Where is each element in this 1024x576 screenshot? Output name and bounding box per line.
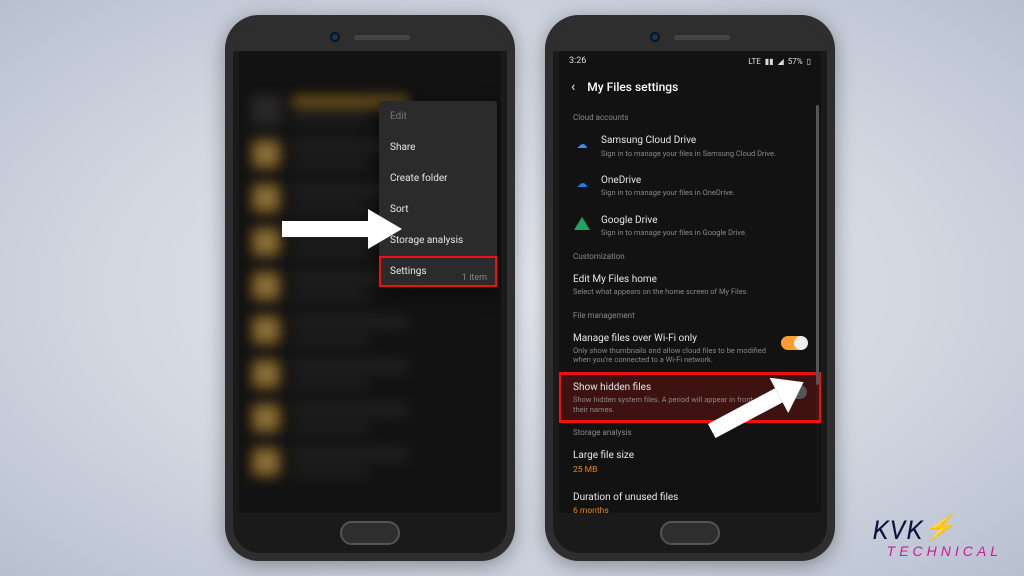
battery-icon: ▯ bbox=[807, 57, 811, 66]
row-subtitle: Only show thumbnails and allow cloud fil… bbox=[573, 346, 771, 365]
row-large-file-size[interactable]: Large file size 25 MB bbox=[559, 441, 821, 483]
row-title: Google Drive bbox=[601, 214, 807, 228]
status-bar: 3:26 LTE ▮▮ ◢ 57% ▯ bbox=[559, 51, 821, 71]
battery-label: 57% bbox=[788, 57, 803, 66]
bolt-icon: ⚡ bbox=[923, 515, 956, 541]
lte-icon: LTE bbox=[748, 57, 761, 66]
row-title: Samsung Cloud Drive bbox=[601, 134, 807, 148]
menu-item-edit[interactable]: Edit bbox=[379, 101, 497, 132]
row-subtitle: Sign in to manage your files in OneDrive… bbox=[601, 188, 807, 197]
row-title: Duration of unused files bbox=[573, 491, 807, 505]
signal-icon: ▮▮ bbox=[765, 57, 774, 66]
row-title: Manage files over Wi-Fi only bbox=[573, 332, 771, 346]
row-subtitle: Select what appears on the home screen o… bbox=[573, 287, 807, 296]
phone-body: 3:26 LTE ▮▮ ◢ 57% ▯ ‹ My Files settings … bbox=[553, 23, 827, 553]
section-file-management: File management bbox=[559, 305, 821, 324]
status-time: 3:26 bbox=[569, 56, 586, 66]
row-subtitle: Sign in to manage your files in Samsung … bbox=[601, 149, 807, 158]
screen-left: Edit Share Create folder Sort Storage an… bbox=[239, 51, 501, 513]
watermark-line2: TECHNICAL bbox=[887, 544, 1002, 558]
home-button[interactable] bbox=[340, 521, 400, 545]
settings-header: ‹ My Files settings bbox=[559, 71, 821, 107]
row-unused-duration[interactable]: Duration of unused files 6 months bbox=[559, 483, 821, 514]
annotation-arrow-left bbox=[282, 209, 402, 249]
row-samsung-cloud[interactable]: ☁ Samsung Cloud Drive Sign in to manage … bbox=[559, 126, 821, 166]
row-edit-home[interactable]: Edit My Files home Select what appears o… bbox=[559, 265, 821, 305]
wifi-icon: ◢ bbox=[778, 57, 784, 66]
speaker-icon bbox=[354, 35, 410, 40]
context-menu: Edit Share Create folder Sort Storage an… bbox=[379, 101, 497, 287]
section-customization: Customization bbox=[559, 246, 821, 265]
page-title: My Files settings bbox=[587, 80, 678, 94]
row-google-drive[interactable]: Google Drive Sign in to manage your file… bbox=[559, 206, 821, 246]
phone-body: Edit Share Create folder Sort Storage an… bbox=[233, 23, 507, 553]
annotation-arrow-right bbox=[700, 378, 810, 438]
watermark-line1: KVK bbox=[873, 516, 924, 546]
watermark: KVK⚡ TECHNICAL bbox=[873, 517, 1002, 558]
section-cloud-accounts: Cloud accounts bbox=[559, 107, 821, 126]
row-title: Edit My Files home bbox=[573, 273, 807, 287]
status-icons: LTE ▮▮ ◢ 57% ▯ bbox=[748, 57, 811, 66]
camera-dot-icon bbox=[650, 32, 660, 42]
onedrive-icon: ☁ bbox=[573, 175, 591, 193]
home-button[interactable] bbox=[660, 521, 720, 545]
phone-earpiece bbox=[233, 23, 507, 51]
row-subtitle: Sign in to manage your files in Google D… bbox=[601, 228, 807, 237]
row-title: Large file size bbox=[573, 449, 807, 463]
row-wifi-only[interactable]: Manage files over Wi-Fi only Only show t… bbox=[559, 324, 821, 373]
row-value: 25 MB bbox=[573, 465, 807, 475]
google-drive-icon bbox=[573, 215, 591, 233]
screen-right: 3:26 LTE ▮▮ ◢ 57% ▯ ‹ My Files settings … bbox=[559, 51, 821, 513]
row-onedrive[interactable]: ☁ OneDrive Sign in to manage your files … bbox=[559, 166, 821, 206]
row-title: OneDrive bbox=[601, 174, 807, 188]
phone-mockup-right: 3:26 LTE ▮▮ ◢ 57% ▯ ‹ My Files settings … bbox=[545, 15, 835, 561]
menu-item-create-folder[interactable]: Create folder bbox=[379, 163, 497, 194]
item-count-label: 1 item bbox=[462, 273, 487, 283]
phone-mockup-left: Edit Share Create folder Sort Storage an… bbox=[225, 15, 515, 561]
scrollbar[interactable] bbox=[816, 105, 819, 505]
toggle-wifi-only[interactable] bbox=[781, 336, 807, 350]
speaker-icon bbox=[674, 35, 730, 40]
samsung-cloud-icon: ☁ bbox=[573, 135, 591, 153]
menu-item-share[interactable]: Share bbox=[379, 132, 497, 163]
phone-earpiece bbox=[553, 23, 827, 51]
row-value: 6 months bbox=[573, 506, 807, 513]
camera-dot-icon bbox=[330, 32, 340, 42]
back-icon[interactable]: ‹ bbox=[571, 79, 575, 95]
